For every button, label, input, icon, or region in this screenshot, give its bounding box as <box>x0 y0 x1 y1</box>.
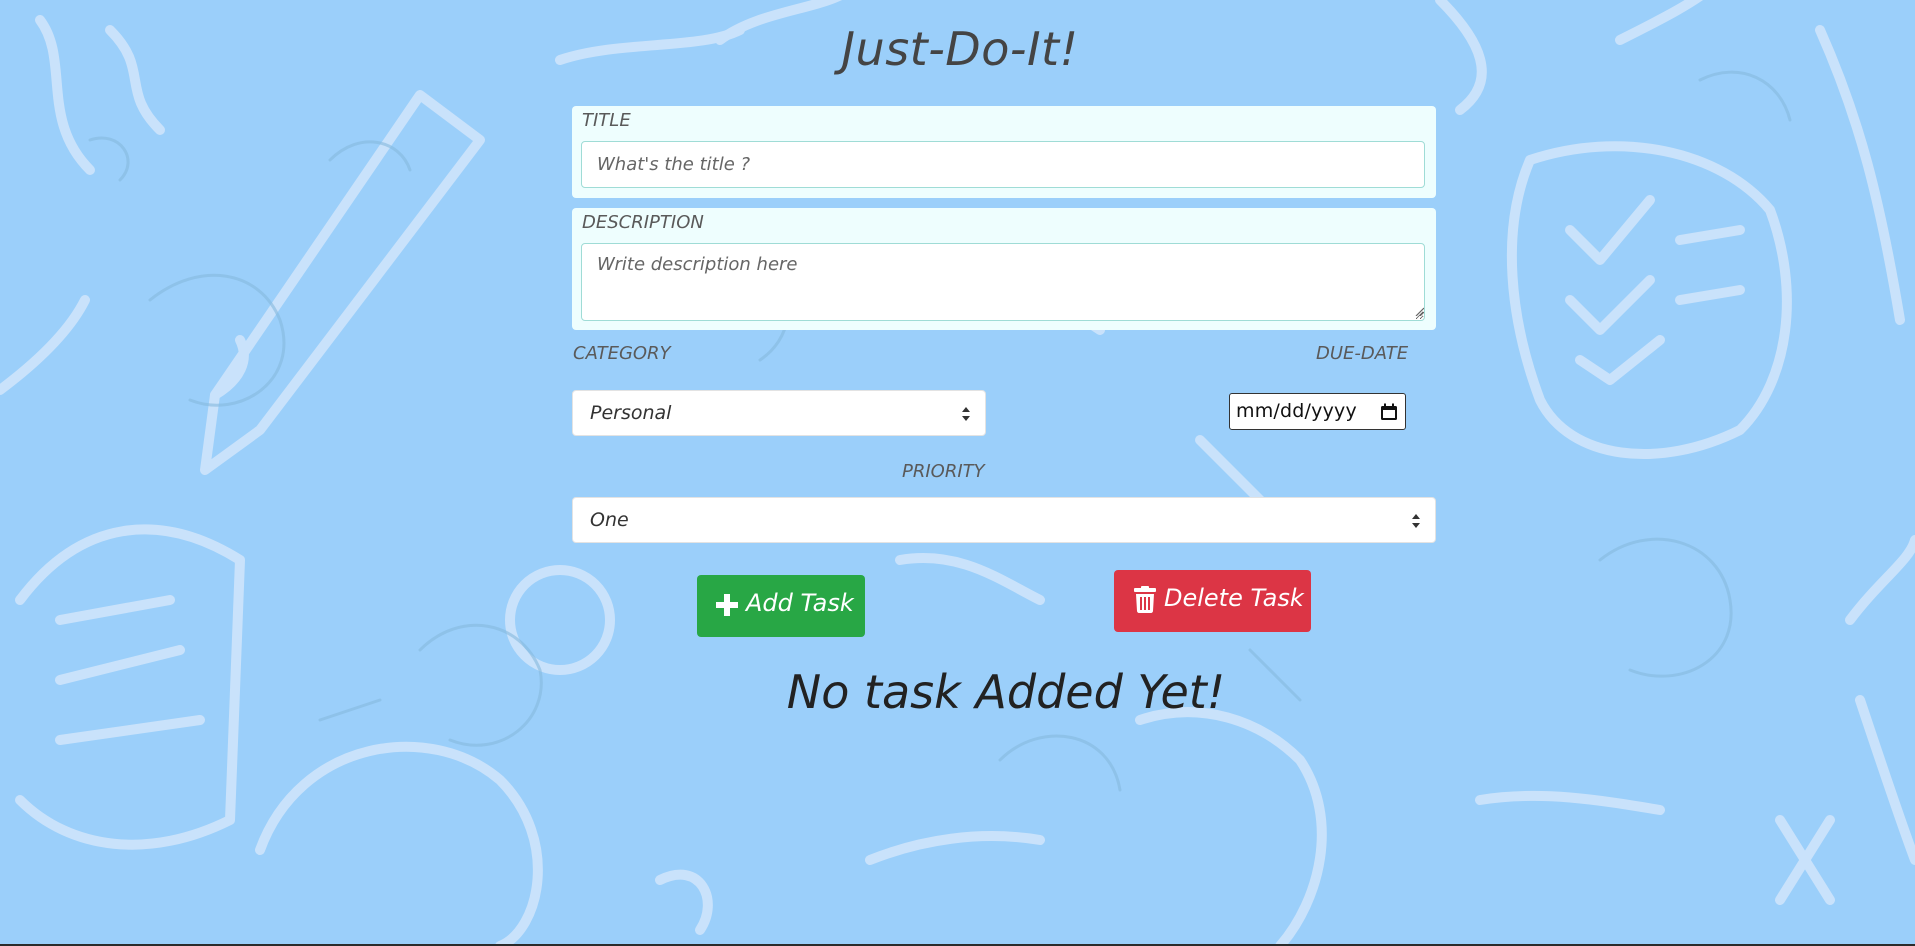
select-arrows-icon <box>962 407 970 421</box>
description-field-card: DESCRIPTION <box>572 208 1436 330</box>
add-task-button[interactable]: Add Task <box>697 575 865 637</box>
title-label: TITLE <box>582 110 631 131</box>
description-label: DESCRIPTION <box>582 212 704 233</box>
category-select[interactable]: Personal <box>572 390 986 436</box>
calendar-icon[interactable] <box>1380 403 1398 421</box>
delete-task-label: Delete Task <box>1164 584 1304 612</box>
due-date-input[interactable]: mm/dd/yyyy <box>1229 393 1406 430</box>
trash-icon <box>1134 586 1156 613</box>
due-date-label: DUE-DATE <box>1316 343 1409 364</box>
add-task-label: Add Task <box>746 589 854 617</box>
plus-icon <box>716 594 738 616</box>
title-field-card: TITLE <box>572 106 1436 198</box>
priority-label: PRIORITY <box>902 461 985 482</box>
priority-select[interactable]: One <box>572 497 1436 543</box>
title-input[interactable] <box>581 141 1425 188</box>
app-title: Just-Do-It! <box>841 22 1079 76</box>
delete-task-button[interactable]: Delete Task <box>1114 570 1311 632</box>
empty-tasks-message: No task Added Yet! <box>786 665 1226 719</box>
category-selected-value: Personal <box>590 402 672 424</box>
due-date-value: mm/dd/yyyy <box>1236 400 1357 422</box>
todo-app: Just-Do-It! TITLE DESCRIPTION CATEGORY D… <box>0 0 1915 946</box>
category-label: CATEGORY <box>573 343 671 364</box>
priority-selected-value: One <box>590 509 629 531</box>
select-arrows-icon <box>1412 514 1420 528</box>
description-textarea[interactable] <box>581 243 1425 321</box>
